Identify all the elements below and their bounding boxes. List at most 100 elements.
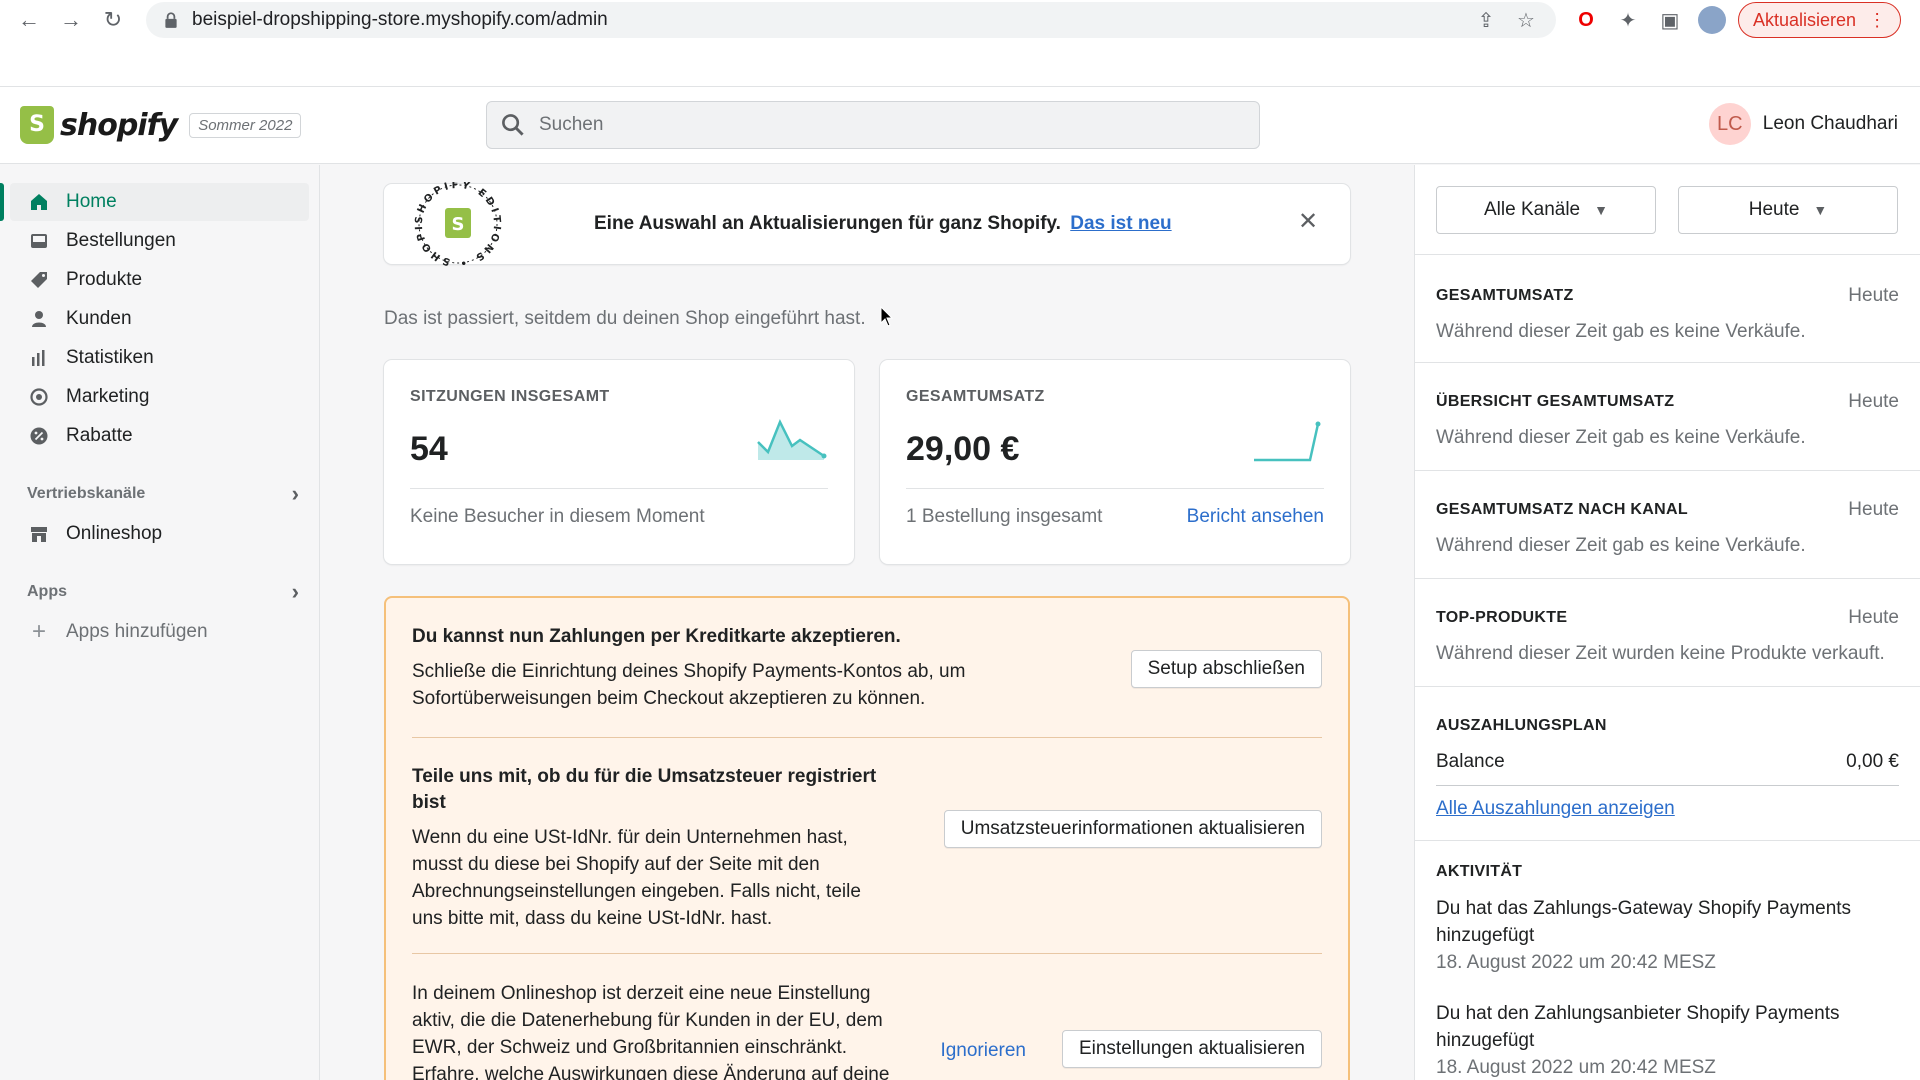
task-payments: Du kannst nun Zahlungen per Kreditkarte …: [412, 598, 1322, 738]
search-bar[interactable]: [486, 101, 1260, 149]
sidebar-item-label: Bestellungen: [66, 230, 176, 251]
edition-badge: Sommer 2022: [189, 112, 302, 138]
orders-icon: [28, 230, 50, 252]
task-body: In deinem Onlineshop ist derzeit eine ne…: [412, 983, 883, 1058]
channels-filter-dropdown[interactable]: Alle Kanäle ▼: [1436, 185, 1656, 234]
caret-down-icon: ▼: [1813, 201, 1828, 218]
filters-bar: Alle Kanäle ▼ Heute ▼: [1415, 165, 1920, 255]
sidebar-item-discounts[interactable]: Rabatte: [10, 417, 309, 455]
bar-chart-icon: [28, 347, 50, 369]
revenue-foot: 1 Bestellung insgesamt Bericht ansehen: [906, 506, 1324, 528]
section-period: Heute: [1848, 391, 1899, 412]
sidebar-item-home[interactable]: Home: [0, 183, 309, 221]
activity-text: Du hat den Zahlungsanbieter Shopify Paym…: [1436, 1003, 1840, 1051]
view-report-link[interactable]: Bericht ansehen: [1187, 506, 1324, 528]
sessions-foot-text: Keine Besucher in diesem Moment: [410, 506, 705, 527]
whats-new-link[interactable]: Das ist neu: [1070, 213, 1171, 234]
search-input[interactable]: [539, 114, 1245, 136]
back-icon[interactable]: ←: [12, 3, 46, 37]
sessions-sparkline: [757, 418, 827, 460]
sidepanel-icon[interactable]: ▣: [1656, 6, 1684, 34]
setup-complete-button[interactable]: Setup abschließen: [1130, 650, 1322, 688]
lock-icon: [165, 12, 177, 28]
update-label: Aktualisieren: [1753, 9, 1857, 30]
extensions-icon[interactable]: ✦: [1614, 6, 1642, 34]
task-privacy: In deinem Onlineshop ist derzeit eine ne…: [412, 954, 1322, 1080]
sidebar: Home Bestellungen Produkte Kunden Statis…: [0, 165, 320, 1080]
activity-time: 18. August 2022 um 20:42 MESZ: [1436, 1057, 1716, 1078]
apps-header[interactable]: Apps ›: [27, 579, 299, 605]
svg-text:S: S: [452, 214, 465, 235]
home-icon: [28, 191, 50, 213]
target-icon: [28, 386, 50, 408]
task-body: Schließe die Einrichtung deines Shopify …: [412, 661, 966, 709]
task-body: Wenn du eine USt-IdNr. für dein Unterneh…: [412, 827, 861, 929]
section-period: Heute: [1848, 285, 1899, 306]
intro-text: Das ist passiert, seitdem du deinen Shop…: [384, 308, 866, 329]
editions-seal-icon: SHOPIFY EDITIONS • SHOPIFY EDITIONS S: [404, 174, 506, 268]
sidebar-item-orders[interactable]: Bestellungen: [10, 222, 309, 260]
total-sales-section: GESAMTUMSATZ Heute Während dieser Zeit ga…: [1415, 255, 1920, 363]
balance-value: 0,00 €: [1846, 751, 1899, 772]
sidebar-item-analytics[interactable]: Statistiken: [10, 339, 309, 377]
ignore-button[interactable]: Ignorieren: [940, 1040, 1026, 1062]
sales-channels-header[interactable]: Vertriebskanäle ›: [27, 481, 299, 507]
learn-more-link[interactable]: Erfahre, welche Auswirkungen diese Änder…: [412, 1064, 889, 1080]
right-panel: Alle Kanäle ▼ Heute ▼ GESAMTUMSATZ Heute …: [1414, 165, 1920, 1080]
banner-text: Eine Auswahl an Aktualisierungen für gan…: [594, 213, 1061, 234]
forward-icon[interactable]: →: [54, 3, 88, 37]
date-filter-dropdown[interactable]: Heute ▼: [1678, 185, 1898, 234]
editions-banner: SHOPIFY EDITIONS • SHOPIFY EDITIONS S Ei…: [384, 174, 1350, 268]
shopify-logo[interactable]: shopify Sommer 2022: [20, 106, 302, 144]
revenue-card: GESAMTUMSATZ 29,00 € 1 Bestellung insges…: [880, 360, 1350, 564]
balance-row: Balance 0,00 €: [1436, 751, 1899, 786]
browser-update-button[interactable]: Aktualisieren ⋮: [1738, 2, 1902, 38]
task-title: Teile uns mit, ob du für die Umsatzsteue…: [412, 766, 877, 813]
metrics-row: SITZUNGEN INSGESAMT 54 Keine Besucher in…: [384, 360, 1350, 564]
close-icon[interactable]: ✕: [1296, 210, 1320, 234]
store-icon: [28, 523, 50, 545]
share-icon[interactable]: ⇪: [1472, 8, 1500, 33]
sidebar-item-label: Rabatte: [66, 425, 133, 446]
date-filter-label: Heute: [1748, 198, 1800, 220]
reload-icon[interactable]: ↻: [96, 3, 130, 37]
section-period: Heute: [1848, 607, 1899, 628]
all-payouts-link[interactable]: Alle Auszahlungen anzeigen: [1436, 798, 1675, 820]
sessions-foot: Keine Besucher in diesem Moment: [410, 506, 828, 528]
top-products-section: TOP-PRODUKTE Heute Während dieser Zeit wu…: [1415, 579, 1920, 687]
setup-tasks-card: Du kannst nun Zahlungen per Kreditkarte …: [384, 596, 1350, 1080]
balance-label: Balance: [1436, 751, 1505, 772]
section-period: Heute: [1848, 499, 1899, 520]
person-icon: [28, 308, 50, 330]
sidebar-item-onlineshop[interactable]: Onlineshop: [10, 515, 309, 553]
channels-filter-label: Alle Kanäle: [1484, 198, 1581, 220]
address-bar[interactable]: beispiel-dropshipping-store.myshopify.co…: [146, 2, 1556, 38]
add-apps-button[interactable]: + Apps hinzufügen: [10, 613, 309, 651]
shopify-bag-icon: [20, 106, 54, 144]
profile-icon[interactable]: [1698, 6, 1726, 34]
sidebar-item-label: Onlineshop: [66, 523, 163, 544]
activity-item: Du hat den Zahlungsanbieter Shopify Paym…: [1436, 1000, 1899, 1080]
activity-text: Du hat das Zahlungs-Gateway Shopify Paym…: [1436, 898, 1852, 946]
banner-message: Eine Auswahl an Aktualisierungen für gan…: [594, 213, 1172, 235]
sales-by-channel-section: GESAMTUMSATZ NACH KANAL Heute Während die…: [1415, 471, 1920, 579]
main-content: SHOPIFY EDITIONS • SHOPIFY EDITIONS S Ei…: [384, 174, 1350, 1080]
star-icon[interactable]: ☆: [1512, 8, 1540, 33]
user-menu[interactable]: LC Leon Chaudhari: [1708, 103, 1898, 145]
revenue-foot-text: 1 Bestellung insgesamt: [906, 506, 1103, 527]
chevron-right-icon: ›: [291, 579, 299, 604]
sidebar-item-products[interactable]: Produkte: [10, 261, 309, 299]
update-settings-button[interactable]: Einstellungen aktualisieren: [1061, 1030, 1322, 1068]
divider: [410, 488, 828, 489]
section-title: ÜBERSICHT GESAMTUMSATZ: [1436, 393, 1675, 410]
update-vat-button[interactable]: Umsatzsteuerinformationen aktualisieren: [943, 810, 1322, 848]
url-text: beispiel-dropshipping-store.myshopify.co…: [192, 9, 608, 30]
opera-icon[interactable]: O: [1572, 6, 1600, 34]
shopify-topbar: shopify Sommer 2022 LC Leon Chaudhari: [0, 87, 1920, 164]
sidebar-item-marketing[interactable]: Marketing: [10, 378, 309, 416]
sidebar-item-customers[interactable]: Kunden: [10, 300, 309, 338]
search-icon: [502, 114, 524, 136]
browser-toolbar: ← → ↻ beispiel-dropshipping-store.myshop…: [0, 0, 1920, 40]
activity-title: AKTIVITÄT: [1436, 863, 1523, 880]
task-vat: Teile uns mit, ob du für die Umsatzsteue…: [412, 738, 1322, 954]
